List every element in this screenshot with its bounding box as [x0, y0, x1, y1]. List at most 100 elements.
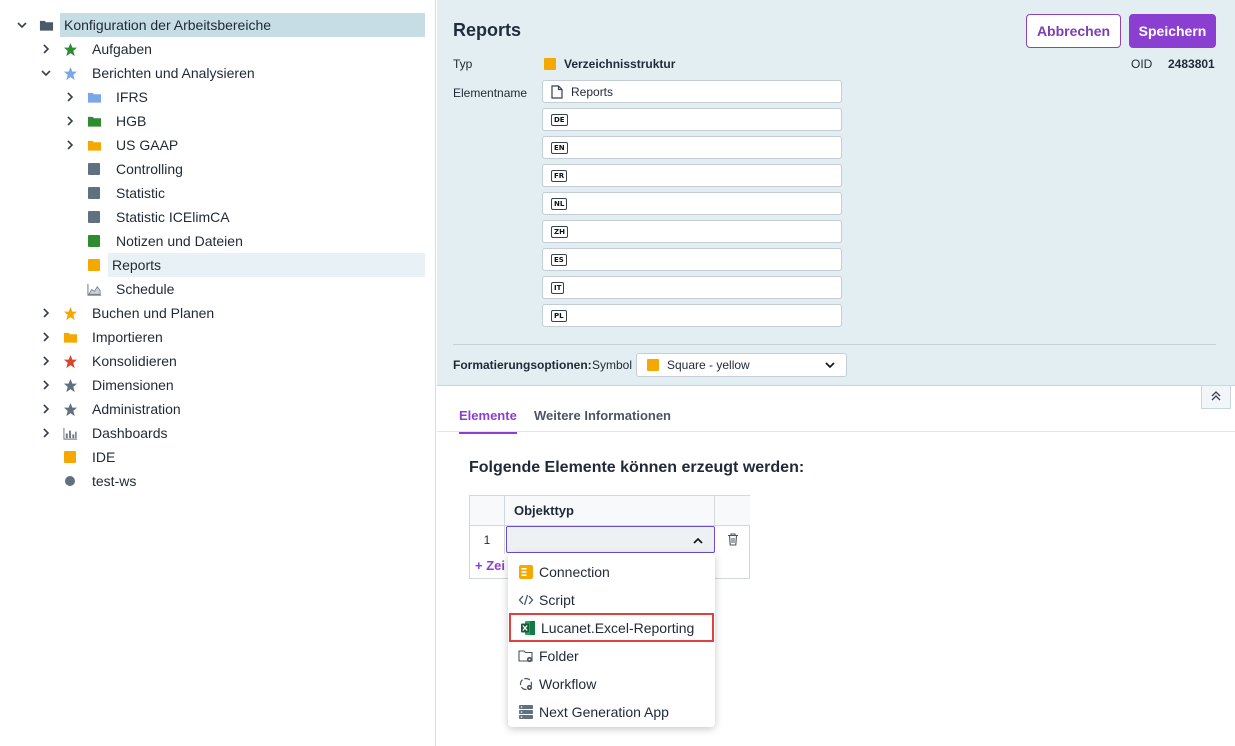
option-label: Next Generation App [539, 704, 669, 720]
lang-badge: ZH [551, 225, 568, 238]
tree-item-ifrs[interactable]: IFRS [62, 85, 152, 109]
lang-field-en[interactable]: EN [542, 136, 842, 159]
workspace-tree: Konfiguration der Arbeitsbereiche Aufgab… [0, 0, 436, 746]
folder-settings-icon [518, 648, 534, 664]
server-icon [518, 704, 534, 720]
symbol-label: Symbol [592, 358, 633, 372]
lang-field-fr[interactable]: FR [542, 164, 842, 187]
star-icon [62, 353, 78, 369]
tree-item-controlling[interactable]: Controlling [62, 157, 187, 181]
folder-icon [62, 329, 78, 345]
grid-header-number [470, 496, 505, 526]
tree-root-label: Konfiguration der Arbeitsbereiche [60, 13, 425, 37]
tree-item-hgb[interactable]: HGB [62, 109, 150, 133]
chevron-right-icon[interactable] [62, 137, 78, 153]
tree-item-label: Reports [108, 253, 425, 277]
cancel-button[interactable]: Abbrechen [1026, 14, 1121, 48]
tree-item-schedule[interactable]: Schedule [62, 277, 178, 301]
tree-item-ide[interactable]: IDE [38, 445, 119, 469]
tree-item-label: Dashboards [92, 425, 168, 441]
lang-field-zh[interactable]: ZH [542, 220, 842, 243]
option-script[interactable]: Script [508, 587, 715, 613]
option-label: Workflow [539, 676, 597, 692]
folder-icon [86, 137, 102, 153]
tree-item-label: Buchen und Planen [92, 305, 215, 321]
chevron-right-icon[interactable] [38, 353, 54, 369]
option-next-generation-app[interactable]: Next Generation App [508, 699, 715, 725]
tree-item-importieren[interactable]: Importieren [38, 325, 167, 349]
tree-item-label: Dimensionen [92, 377, 174, 393]
star-icon [62, 305, 78, 321]
lang-field-es[interactable]: ES [542, 248, 842, 271]
trash-icon[interactable] [726, 532, 740, 549]
tree-item-us-gaap[interactable]: US GAAP [62, 133, 182, 157]
elementname-field[interactable]: Reports [542, 80, 842, 103]
tree-root[interactable]: Konfiguration der Arbeitsbereiche [14, 13, 425, 37]
option-workflow[interactable]: Workflow [508, 671, 715, 697]
tree-item-label: test-ws [92, 473, 137, 489]
type-label: Typ [453, 57, 473, 71]
chevron-right-icon[interactable] [38, 425, 54, 441]
objekttyp-select[interactable] [506, 526, 715, 553]
option-folder[interactable]: Folder [508, 643, 715, 669]
symbol-select[interactable]: Square - yellow [636, 353, 847, 377]
tree-item-aufgaben[interactable]: Aufgaben [38, 37, 156, 61]
type-value: Verzeichnisstruktur [544, 57, 675, 71]
connection-icon [518, 564, 534, 580]
lang-field-nl[interactable]: NL [542, 192, 842, 215]
option-label: Lucanet.Excel-Reporting [541, 619, 695, 636]
lang-badge: EN [551, 141, 568, 154]
chevron-down-icon[interactable] [14, 17, 30, 33]
chevron-right-icon[interactable] [38, 41, 54, 57]
tree-item-reports[interactable]: Reports [62, 253, 425, 277]
star-icon [62, 377, 78, 393]
square-icon [86, 233, 102, 249]
tree-item-statistic[interactable]: Statistic [62, 181, 169, 205]
type-value-text: Verzeichnisstruktur [564, 57, 676, 71]
chevron-right-icon[interactable] [38, 401, 54, 417]
chevron-right-icon[interactable] [62, 113, 78, 129]
chevron-right-icon[interactable] [38, 377, 54, 393]
elementname-value: Reports [571, 84, 614, 99]
double-chevron-up-icon [1210, 389, 1222, 405]
section-title: Folgende Elemente können erzeugt werden: [469, 459, 805, 476]
lang-field-it[interactable]: IT [542, 276, 842, 299]
lang-field-de[interactable]: DE [542, 108, 842, 131]
add-row-button[interactable]: + Zei [475, 558, 505, 573]
tree-item-dimensionen[interactable]: Dimensionen [38, 373, 178, 397]
lang-badge: ES [551, 253, 567, 266]
chevron-right-icon[interactable] [62, 89, 78, 105]
tree-item-notizen[interactable]: Notizen und Dateien [62, 229, 247, 253]
chevron-down-icon[interactable] [38, 65, 54, 81]
option-connection[interactable]: Connection [508, 559, 715, 585]
bar-chart-icon [62, 425, 78, 441]
square-icon [86, 209, 102, 225]
option-lucanet-excel-reporting[interactable]: Lucanet.Excel-Reporting [509, 613, 714, 642]
tree-item-statistic-icelimca[interactable]: Statistic ICElimCA [62, 205, 234, 229]
tab-weitere-informationen[interactable]: Weitere Informationen [534, 408, 671, 432]
chart-icon [86, 281, 102, 297]
chevron-right-icon[interactable] [38, 329, 54, 345]
tree-item-dashboards[interactable]: Dashboards [38, 421, 172, 445]
oid-value: 2483801 [1168, 57, 1215, 71]
option-label: Connection [539, 564, 610, 580]
tree-item-konsolidieren[interactable]: Konsolidieren [38, 349, 181, 373]
code-icon [518, 592, 534, 608]
square-icon [86, 161, 102, 177]
folder-icon [86, 113, 102, 129]
star-icon [62, 401, 78, 417]
lang-field-pl[interactable]: PL [542, 304, 842, 327]
save-button[interactable]: Speichern [1129, 14, 1216, 48]
oid-label: OID [1131, 57, 1153, 71]
tab-underline [437, 431, 1235, 432]
lang-badge: DE [551, 113, 568, 126]
tree-item-test-ws[interactable]: test-ws [38, 469, 140, 493]
tree-item-buchen[interactable]: Buchen und Planen [38, 301, 218, 325]
star-icon [62, 41, 78, 57]
tree-item-berichten[interactable]: Berichten und Analysieren [38, 61, 259, 85]
tree-item-administration[interactable]: Administration [38, 397, 185, 421]
tree-item-label: Administration [92, 401, 181, 417]
collapse-button[interactable] [1201, 386, 1231, 409]
format-options-label: Formatierungsoptionen: [453, 358, 592, 372]
chevron-right-icon[interactable] [38, 305, 54, 321]
